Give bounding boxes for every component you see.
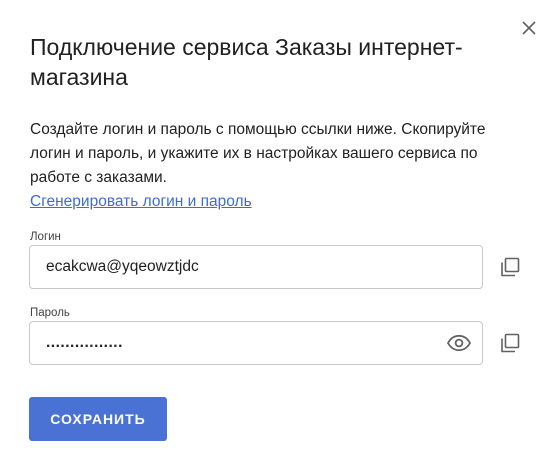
- copy-password-button[interactable]: [497, 330, 523, 356]
- dialog-title: Подключение сервиса Заказы интернет-мага…: [30, 34, 463, 90]
- toggle-password-visibility-button[interactable]: [446, 331, 472, 355]
- eye-icon: [447, 335, 471, 351]
- password-field: [29, 321, 483, 365]
- login-label: Логин: [30, 231, 61, 243]
- copy-icon: [501, 257, 520, 277]
- password-label: Пароль: [30, 307, 70, 319]
- login-field: [29, 245, 483, 289]
- close-button[interactable]: [518, 17, 540, 39]
- connect-service-dialog: Подключение сервиса Заказы интернет-мага…: [0, 0, 556, 471]
- generate-credentials-link[interactable]: Сгенерировать логин и пароль: [30, 190, 252, 214]
- password-input[interactable]: [46, 322, 436, 364]
- copy-login-button[interactable]: [497, 254, 523, 280]
- close-icon: [522, 21, 536, 35]
- dialog-description: Создайте логин и пароль с помощью ссылки…: [30, 121, 486, 186]
- login-input[interactable]: [46, 246, 436, 288]
- save-button[interactable]: СОХРАНИТЬ: [29, 397, 167, 441]
- copy-icon: [501, 333, 520, 353]
